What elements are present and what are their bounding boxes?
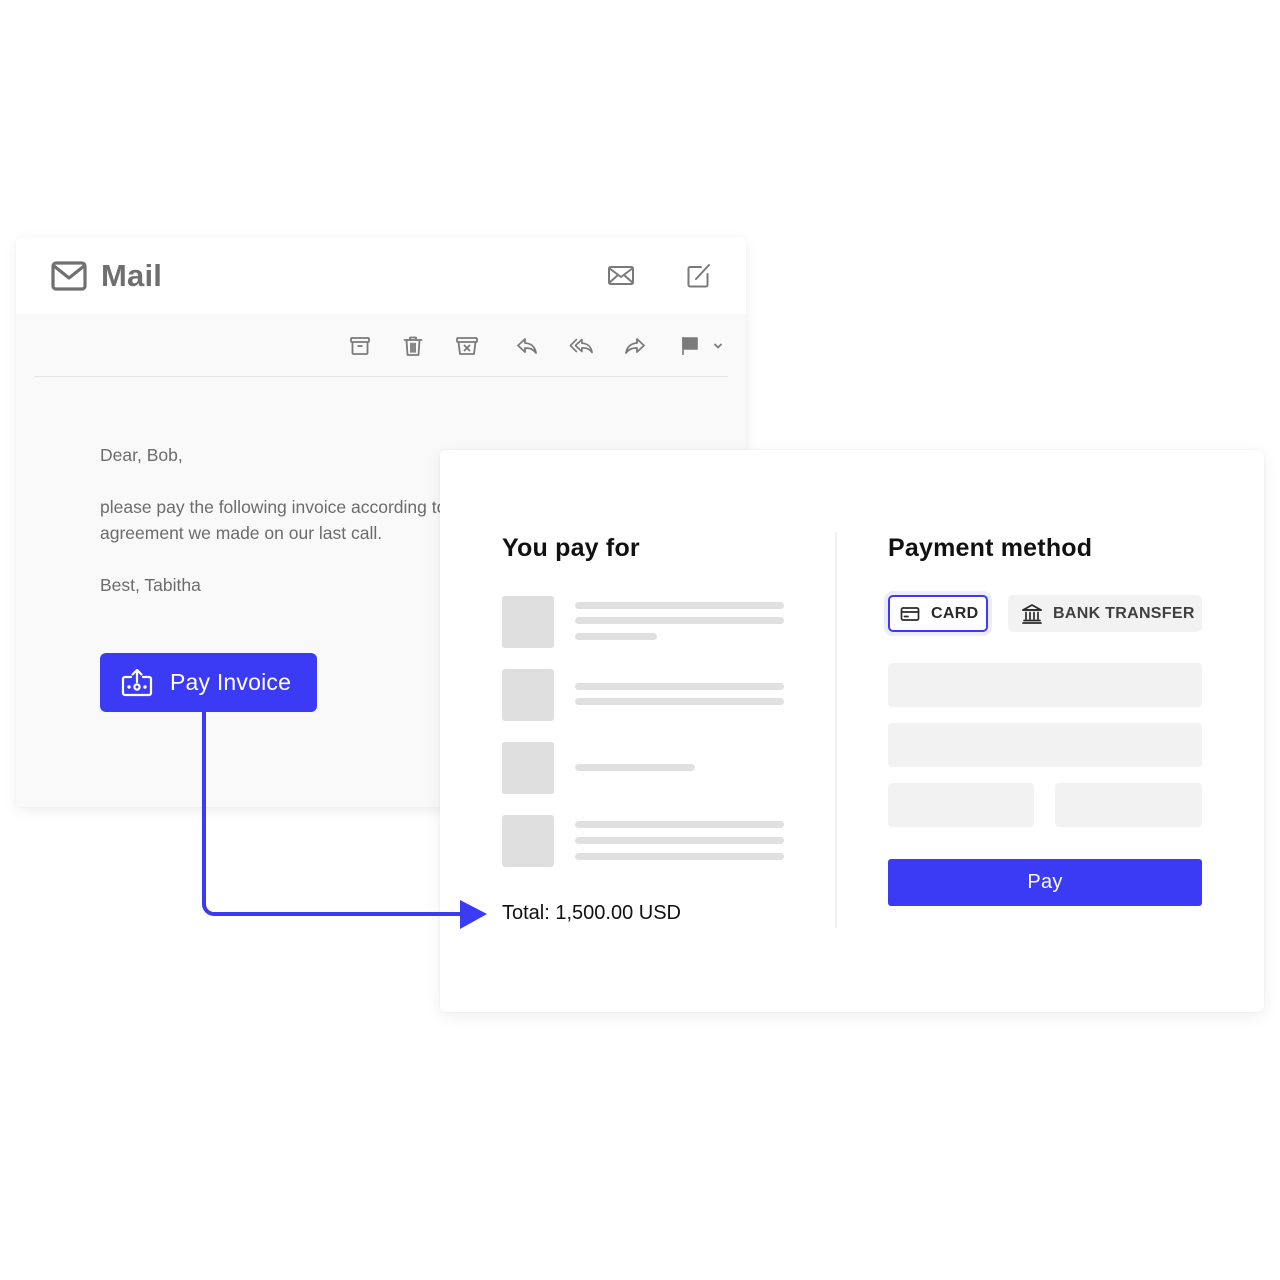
reply-icon <box>517 338 537 354</box>
item-thumbnail <box>502 596 554 648</box>
card-number-field[interactable] <box>888 663 1202 707</box>
envelope-icon <box>608 266 634 285</box>
junk-icon <box>456 337 478 355</box>
delete-button[interactable] <box>398 329 428 363</box>
expiry-field[interactable] <box>888 783 1034 827</box>
item-text-placeholder <box>575 821 784 828</box>
line-item <box>502 669 785 721</box>
toolbar-divider <box>34 376 728 377</box>
payment-method-title: Payment method <box>888 534 1093 562</box>
item-text-placeholder <box>575 633 657 640</box>
app-title: Mail <box>101 258 163 293</box>
mail-toolbar <box>16 329 746 363</box>
credit-card-icon <box>900 606 920 621</box>
method-card-button[interactable]: CARD <box>888 595 988 632</box>
trash-icon <box>403 336 423 356</box>
item-text-placeholder <box>575 698 784 705</box>
payment-upload-icon <box>121 668 153 696</box>
item-text-placeholder <box>575 764 695 771</box>
cvc-field[interactable] <box>1055 783 1202 827</box>
line-item <box>502 742 785 794</box>
line-item <box>502 815 785 867</box>
cardholder-name-field[interactable] <box>888 723 1202 767</box>
item-text-placeholder <box>575 602 784 609</box>
column-divider <box>835 532 837 928</box>
compose-button[interactable] <box>684 261 714 291</box>
flag-button[interactable] <box>675 329 705 363</box>
method-bank-transfer-button[interactable]: BANK TRANSFER <box>1008 595 1202 632</box>
item-thumbnail <box>502 815 554 867</box>
inbox-button[interactable] <box>606 261 636 291</box>
forward-icon <box>625 338 645 354</box>
total-amount: Total: 1,500.00 USD <box>502 902 681 924</box>
pay-invoice-button[interactable]: Pay Invoice <box>100 653 317 712</box>
compose-icon <box>687 264 710 288</box>
flag-icon <box>682 337 698 355</box>
method-bank-transfer-label: BANK TRANSFER <box>1053 604 1195 622</box>
pay-button[interactable]: Pay <box>888 859 1202 906</box>
item-text-placeholder <box>575 853 784 860</box>
pay-invoice-label: Pay Invoice <box>170 669 292 695</box>
junk-button[interactable] <box>452 329 482 363</box>
reply-button[interactable] <box>512 329 542 363</box>
you-pay-for-title: You pay for <box>502 534 640 562</box>
chevron-down-icon <box>714 343 722 349</box>
item-thumbnail <box>502 742 554 794</box>
item-text-placeholder <box>575 683 784 690</box>
reply-all-icon <box>569 338 593 354</box>
method-card-label: CARD <box>931 604 979 622</box>
archive-icon <box>350 337 370 355</box>
item-thumbnail <box>502 669 554 721</box>
more-actions-dropdown[interactable] <box>710 329 726 363</box>
mail-logo-icon <box>51 261 87 291</box>
payment-panel: You pay for Total: 1,500.00 USD Payment … <box>440 450 1264 1012</box>
mail-header: Mail <box>16 237 746 314</box>
archive-button[interactable] <box>345 329 375 363</box>
item-text-placeholder <box>575 837 784 844</box>
bank-icon <box>1022 603 1042 624</box>
line-item <box>502 596 785 648</box>
forward-button[interactable] <box>620 329 650 363</box>
reply-all-button[interactable] <box>566 329 596 363</box>
item-text-placeholder <box>575 617 784 624</box>
